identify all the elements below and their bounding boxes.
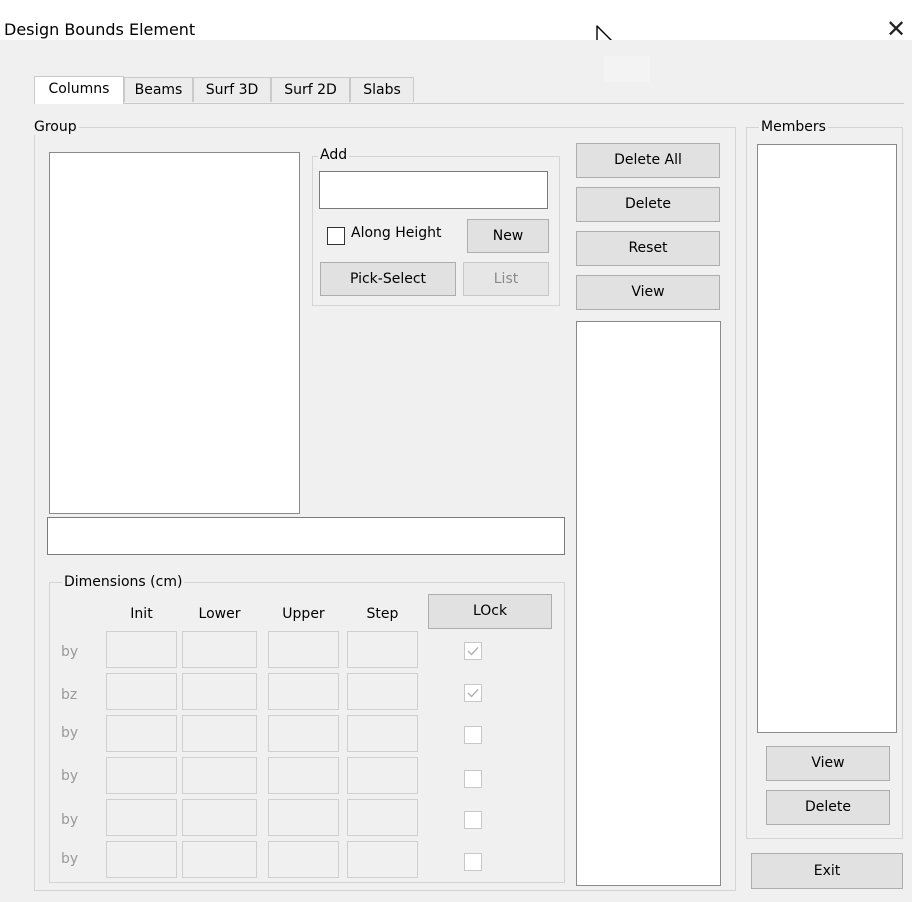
tab-surf-2d[interactable]: Surf 2D	[271, 77, 350, 102]
dimensions-label: Dimensions (cm)	[62, 574, 185, 590]
upper-field[interactable]	[268, 673, 339, 710]
tab-beams[interactable]: Beams	[124, 77, 193, 102]
row-label: by	[61, 812, 79, 828]
lower-field[interactable]	[182, 799, 257, 836]
lower-field[interactable]	[182, 715, 257, 752]
step-field[interactable]	[347, 673, 418, 710]
members-delete-button[interactable]: Delete	[766, 790, 890, 825]
upper-field[interactable]	[268, 715, 339, 752]
row-label: by	[61, 725, 79, 741]
group-name-input[interactable]	[47, 517, 565, 555]
exit-button[interactable]: Exit	[751, 853, 903, 889]
window-title: Design Bounds Element	[4, 20, 196, 39]
reset-button[interactable]: Reset	[576, 231, 720, 266]
row-label: by	[61, 768, 79, 784]
lock-checkbox[interactable]	[464, 642, 482, 660]
lock-checkbox[interactable]	[464, 684, 482, 702]
upper-field[interactable]	[268, 841, 339, 878]
row-label: bz	[61, 687, 78, 703]
lower-field[interactable]	[182, 757, 257, 794]
title-bar: Design Bounds Element ✕	[0, 0, 912, 57]
background-region	[604, 56, 650, 82]
members-label: Members	[759, 119, 828, 135]
close-icon[interactable]: ✕	[883, 16, 909, 42]
along-height-checkbox[interactable]	[327, 227, 345, 245]
upper-header: Upper	[282, 606, 325, 622]
upper-field[interactable]	[268, 631, 339, 668]
init-field[interactable]	[106, 757, 177, 794]
checkmark-icon	[467, 689, 479, 698]
step-field[interactable]	[347, 841, 418, 878]
row-label: by	[61, 851, 79, 867]
tab-surf-3d[interactable]: Surf 3D	[193, 77, 271, 102]
view-button[interactable]: View	[576, 275, 720, 310]
tab-divider	[34, 103, 904, 104]
selection-list[interactable]	[576, 321, 721, 886]
add-input[interactable]	[319, 171, 548, 209]
lower-field[interactable]	[182, 631, 257, 668]
step-field[interactable]	[347, 715, 418, 752]
lock-button[interactable]: LOck	[428, 594, 552, 629]
lower-field[interactable]	[182, 673, 257, 710]
delete-all-button[interactable]: Delete All	[576, 143, 720, 178]
tab-slabs[interactable]: Slabs	[350, 77, 414, 102]
group-label: Group	[32, 119, 79, 135]
members-list[interactable]	[757, 144, 897, 733]
pick-select-button[interactable]: Pick-Select	[320, 262, 456, 296]
lock-checkbox[interactable]	[464, 726, 482, 744]
init-field[interactable]	[106, 631, 177, 668]
group-list[interactable]	[49, 152, 300, 514]
along-height-label: Along Height	[351, 225, 442, 241]
upper-field[interactable]	[268, 757, 339, 794]
new-button[interactable]: New	[467, 219, 549, 253]
step-field[interactable]	[347, 631, 418, 668]
checkmark-icon	[467, 647, 479, 656]
list-button[interactable]: List	[463, 262, 549, 296]
step-field[interactable]	[347, 757, 418, 794]
delete-button[interactable]: Delete	[576, 187, 720, 222]
init-field[interactable]	[106, 799, 177, 836]
init-header: Init	[130, 606, 153, 622]
init-field[interactable]	[106, 841, 177, 878]
init-field[interactable]	[106, 673, 177, 710]
row-label: by	[61, 644, 79, 660]
lock-checkbox[interactable]	[464, 811, 482, 829]
members-view-button[interactable]: View	[766, 746, 890, 781]
tab-columns[interactable]: Columns	[34, 76, 124, 104]
step-field[interactable]	[347, 799, 418, 836]
upper-field[interactable]	[268, 799, 339, 836]
lock-checkbox[interactable]	[464, 853, 482, 871]
lower-header: Lower	[198, 606, 241, 622]
add-label: Add	[318, 147, 350, 163]
step-header: Step	[366, 606, 399, 622]
init-field[interactable]	[106, 715, 177, 752]
lower-field[interactable]	[182, 841, 257, 878]
lock-checkbox[interactable]	[464, 770, 482, 788]
